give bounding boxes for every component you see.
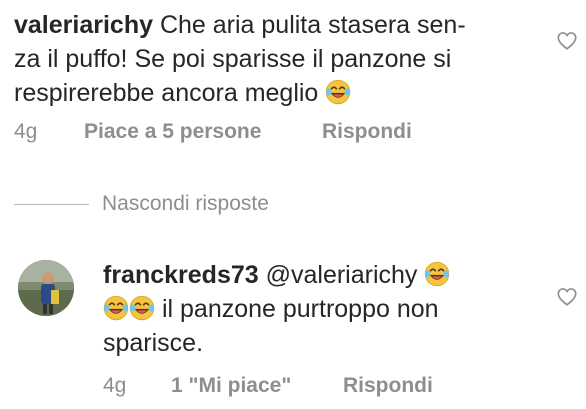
avatar[interactable] bbox=[18, 260, 74, 316]
comment-text-line-1: Che aria pulita stasera sen- bbox=[159, 11, 466, 39]
reply-time: 4g bbox=[103, 374, 127, 397]
reply-text-line-3: sparisce. bbox=[103, 329, 204, 357]
reply-line-1: franckreds73 @valeriarichy bbox=[103, 258, 533, 292]
laughing-emoji-icon bbox=[424, 261, 450, 287]
reply-likes-link[interactable]: 1 "Mi piace" bbox=[171, 372, 291, 400]
heart-icon[interactable] bbox=[556, 30, 578, 52]
laughing-emoji-icon bbox=[129, 295, 155, 321]
top-comment: valeriarichy Che aria pulita stasera sen… bbox=[14, 8, 534, 110]
comment-text-line-3: respirerebbe ancora meglio bbox=[14, 79, 319, 107]
heart-icon[interactable] bbox=[556, 286, 578, 308]
comment-line-1: valeriarichy Che aria pulita stasera sen… bbox=[14, 8, 534, 42]
laughing-emoji-icon bbox=[325, 79, 351, 105]
mention-link[interactable]: @valeriarichy bbox=[266, 261, 418, 289]
reply-button[interactable]: Rispondi bbox=[343, 372, 433, 400]
comment-username[interactable]: valeriarichy bbox=[14, 11, 153, 39]
reply-meta-row: 4g 1 "Mi piace" Rispondi bbox=[103, 372, 533, 400]
reply-comment: franckreds73 @valeriarichy il panzone pu… bbox=[103, 258, 533, 360]
likes-count-link[interactable]: Piace a 5 persone bbox=[84, 118, 261, 146]
comment-time: 4g bbox=[14, 120, 38, 143]
comment-text-line-2: za il puffo! Se poi sparisse il panzone … bbox=[14, 45, 452, 73]
reply-username[interactable]: franckreds73 bbox=[103, 261, 259, 289]
laughing-emoji-icon bbox=[103, 295, 129, 321]
reply-text-line-2: il panzone purtroppo non bbox=[161, 295, 439, 323]
hide-replies-toggle[interactable]: Nascondi risposte bbox=[14, 190, 414, 218]
divider-line bbox=[14, 204, 89, 205]
hide-replies-label[interactable]: Nascondi risposte bbox=[102, 190, 269, 218]
reply-button[interactable]: Rispondi bbox=[322, 118, 412, 146]
comment-line-3: respirerebbe ancora meglio bbox=[14, 76, 534, 110]
reply-line-2: il panzone purtroppo non bbox=[103, 292, 533, 326]
avatar-photo-icon bbox=[18, 260, 74, 316]
comment-meta-row: 4g Piace a 5 persone Rispondi bbox=[14, 118, 514, 146]
